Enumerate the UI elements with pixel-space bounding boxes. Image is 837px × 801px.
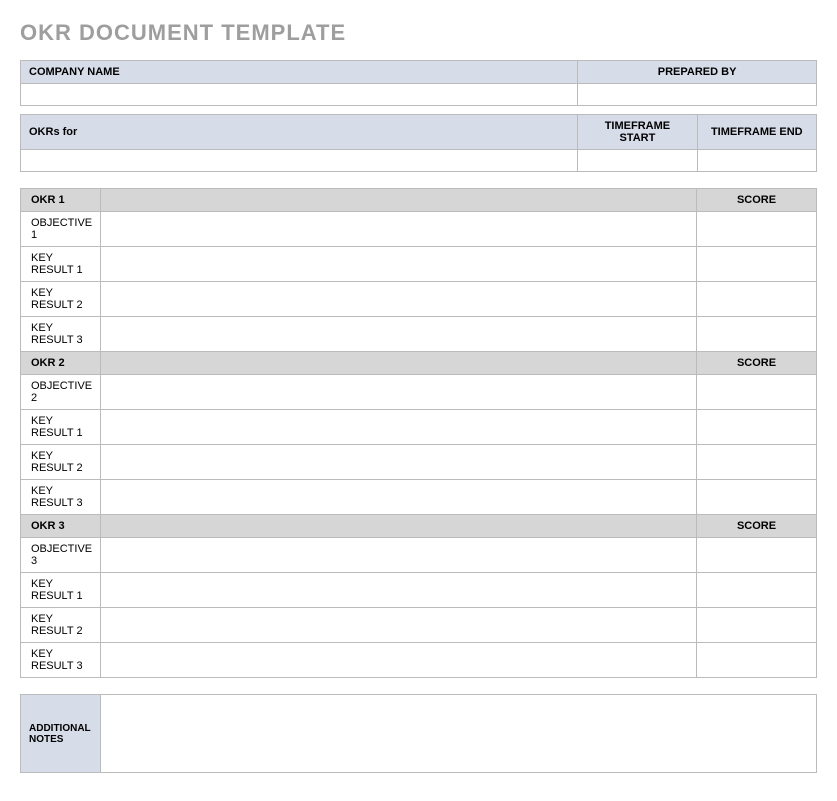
okr3-kr1-label: KEY RESULT 1: [21, 573, 101, 608]
okr2-objective-score[interactable]: [697, 375, 817, 410]
okr3-kr1-score[interactable]: [697, 573, 817, 608]
timeframe-start-input[interactable]: [578, 150, 697, 172]
okr2-kr1-score[interactable]: [697, 410, 817, 445]
okr2-kr2-score[interactable]: [697, 445, 817, 480]
okr2-title: OKR 2: [21, 352, 101, 375]
okr3-score-header: SCORE: [697, 515, 817, 538]
okr1-spacer: [101, 189, 697, 212]
okr1-objective-input[interactable]: [101, 212, 697, 247]
company-name-header: COMPANY NAME: [21, 61, 578, 84]
okr1-kr1-score[interactable]: [697, 247, 817, 282]
okr3-kr2-score[interactable]: [697, 608, 817, 643]
company-name-input[interactable]: [21, 84, 578, 106]
okr3-kr2-label: KEY RESULT 2: [21, 608, 101, 643]
okr3-spacer: [101, 515, 697, 538]
okr2-objective-label: OBJECTIVE 2: [21, 375, 101, 410]
notes-label: ADDITIONAL NOTES: [21, 695, 101, 773]
okrs-for-input[interactable]: [21, 150, 578, 172]
okr3-kr2-input[interactable]: [101, 608, 697, 643]
okr1-kr2-label: KEY RESULT 2: [21, 282, 101, 317]
prepared-by-header: PREPARED BY: [578, 61, 817, 84]
timeframe-end-input[interactable]: [697, 150, 816, 172]
timeframe-start-header: TIMEFRAME START: [578, 115, 697, 150]
prepared-by-input[interactable]: [578, 84, 817, 106]
okr2-kr3-label: KEY RESULT 3: [21, 480, 101, 515]
okr2-kr2-input[interactable]: [101, 445, 697, 480]
okr3-objective-input[interactable]: [101, 538, 697, 573]
okr1-objective-label: OBJECTIVE 1: [21, 212, 101, 247]
okr1-kr1-input[interactable]: [101, 247, 697, 282]
okr2-objective-input[interactable]: [101, 375, 697, 410]
okr3-title: OKR 3: [21, 515, 101, 538]
notes-table: ADDITIONAL NOTES: [20, 694, 817, 773]
okr1-score-header: SCORE: [697, 189, 817, 212]
okr1-kr1-label: KEY RESULT 1: [21, 247, 101, 282]
page-title: OKR DOCUMENT TEMPLATE: [20, 20, 817, 46]
header-table-1: COMPANY NAME PREPARED BY: [20, 60, 817, 106]
notes-input[interactable]: [101, 695, 817, 773]
okr1-objective-score[interactable]: [697, 212, 817, 247]
okr1-kr2-input[interactable]: [101, 282, 697, 317]
okr2-kr1-label: KEY RESULT 1: [21, 410, 101, 445]
timeframe-end-header: TIMEFRAME END: [697, 115, 816, 150]
okr-table: OKR 1 SCORE OBJECTIVE 1 KEY RESULT 1 KEY…: [20, 188, 817, 678]
okr3-kr3-score[interactable]: [697, 643, 817, 678]
okr1-kr3-input[interactable]: [101, 317, 697, 352]
okr1-kr3-label: KEY RESULT 3: [21, 317, 101, 352]
okr1-kr3-score[interactable]: [697, 317, 817, 352]
okrs-for-header: OKRs for: [21, 115, 578, 150]
okr3-kr3-label: KEY RESULT 3: [21, 643, 101, 678]
okr3-kr1-input[interactable]: [101, 573, 697, 608]
okr2-kr2-label: KEY RESULT 2: [21, 445, 101, 480]
okr1-kr2-score[interactable]: [697, 282, 817, 317]
okr2-score-header: SCORE: [697, 352, 817, 375]
okr3-objective-score[interactable]: [697, 538, 817, 573]
okr3-kr3-input[interactable]: [101, 643, 697, 678]
okr2-kr3-input[interactable]: [101, 480, 697, 515]
okr2-kr1-input[interactable]: [101, 410, 697, 445]
okr1-title: OKR 1: [21, 189, 101, 212]
okr2-spacer: [101, 352, 697, 375]
header-table-2: OKRs for TIMEFRAME START TIMEFRAME END: [20, 114, 817, 172]
okr2-kr3-score[interactable]: [697, 480, 817, 515]
okr3-objective-label: OBJECTIVE 3: [21, 538, 101, 573]
